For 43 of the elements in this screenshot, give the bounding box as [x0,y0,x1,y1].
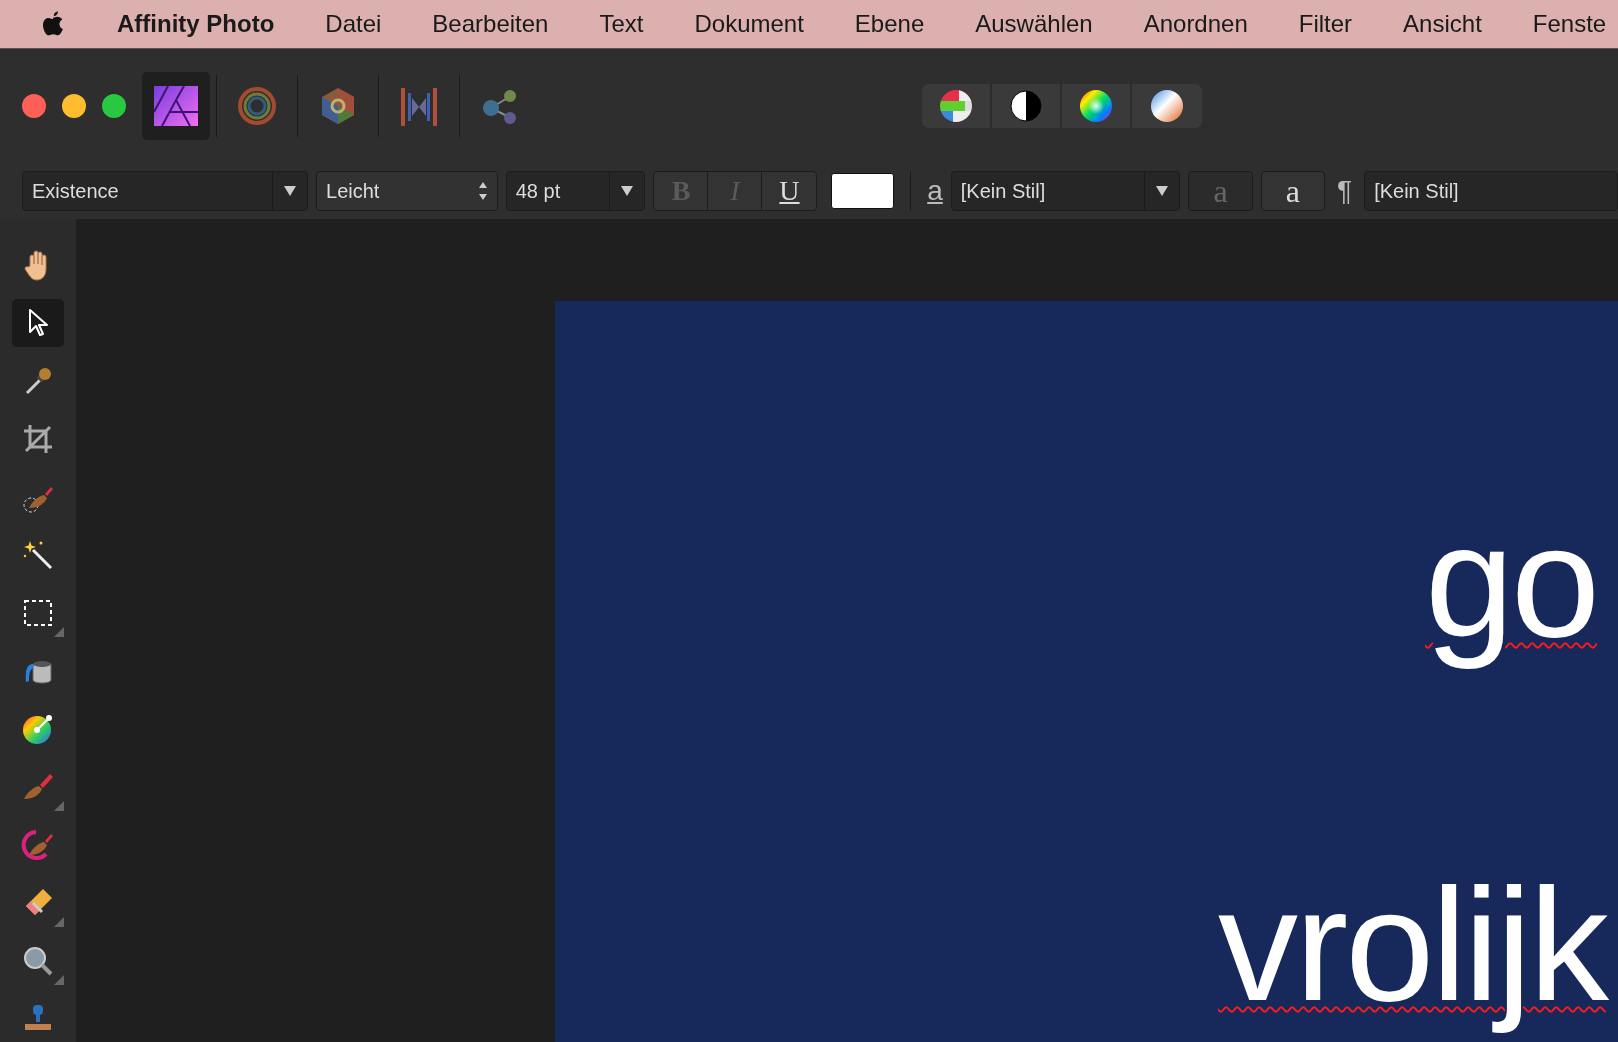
zoom-button[interactable] [102,94,126,118]
menu-item[interactable]: Datei [325,10,382,38]
menu-item[interactable]: Bearbeiten [432,10,549,38]
mixer-brush-icon [21,828,55,862]
ring-icon [235,84,279,128]
flyout-corner-icon [54,975,64,985]
menu-item[interactable]: Dokument [694,10,804,38]
contrast-icon [1009,89,1043,123]
flyout-corner-icon [54,627,64,637]
channels-icon [939,89,973,123]
magnifier-icon [21,944,55,978]
font-size-dropdown[interactable]: 48 pt [505,171,646,211]
color-picker-wheel-icon [21,712,55,746]
flyout-corner-icon [54,917,64,927]
font-family-dropdown[interactable]: Existence [22,171,309,211]
pilcrow-icon: ¶ [1337,175,1353,207]
gradient-circle-icon [1150,89,1184,123]
menu-item[interactable]: Anordnen [1143,10,1248,38]
app-menu[interactable]: Affinity Photo [117,10,275,38]
minimize-button[interactable] [62,94,86,118]
menu-item[interactable]: Ebene [854,10,925,38]
stepper-icon [478,181,487,201]
dropdown-arrow-icon [1156,186,1169,196]
menu-item[interactable]: Text [599,10,644,38]
close-button[interactable] [22,94,46,118]
flyout-corner-icon [54,801,64,811]
dropdown-arrow-icon [284,186,297,196]
tool-button[interactable] [12,299,64,347]
paragraph-style-field[interactable]: [Kein Stil] [1364,171,1618,211]
text-style-button[interactable]: U [762,172,817,210]
font-style-field[interactable]: Leicht [316,171,498,211]
color-swatch[interactable] [831,173,895,209]
menu-item[interactable]: Auswählen [975,10,1093,38]
dropdown-arrow-icon [621,186,634,196]
character-style-icon: a [927,177,943,205]
a-button[interactable]: a [1260,171,1326,211]
menu-item[interactable]: Fenste [1532,10,1607,38]
crop-icon [21,422,55,456]
character-style-dropdown[interactable]: [Kein Stil] [950,171,1181,211]
persona-button[interactable] [142,72,210,140]
menu-item[interactable]: Filter [1298,10,1353,38]
canvas-text[interactable]: go [1425,489,1597,673]
menu-item[interactable]: Ansicht [1403,10,1482,38]
